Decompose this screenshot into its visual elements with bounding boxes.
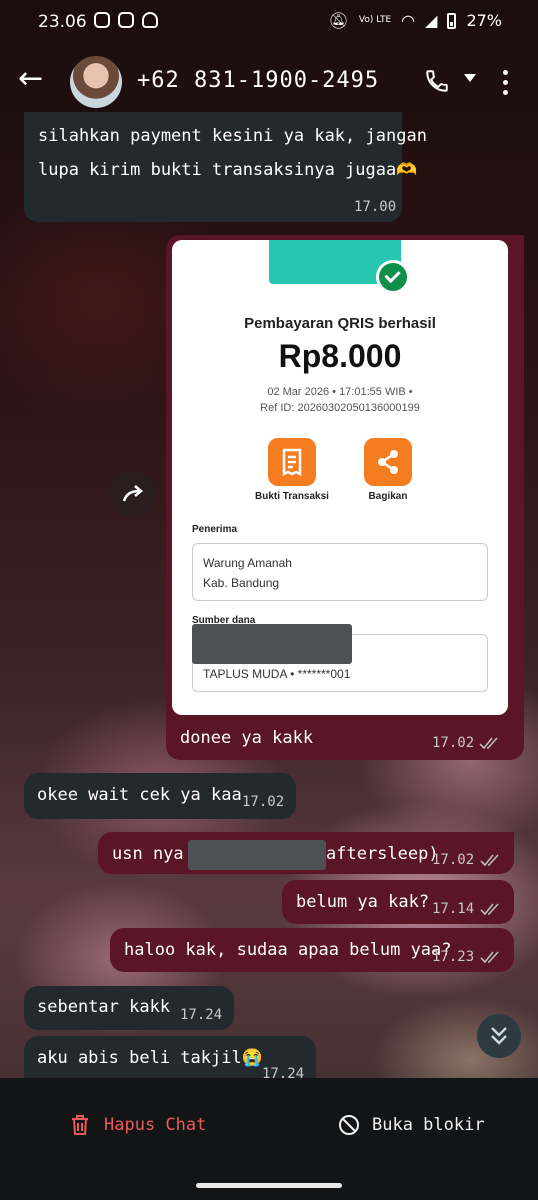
message-text: belum ya kak?	[296, 892, 430, 912]
redaction-block	[188, 840, 326, 870]
message-text: aku abis beli takjil😭	[37, 1048, 263, 1068]
document-icon	[282, 448, 302, 477]
message-time: 17.02	[432, 735, 475, 751]
status-bar: 23.06 🔕︎ Vo) LTE ◠ ◢ 27%	[0, 0, 538, 46]
instagram-icon	[118, 12, 134, 28]
payment-receipt-image[interactable]: Pembayaran QRIS berhasil Rp8.000 02 Mar …	[172, 240, 508, 715]
status-time: 23.06	[38, 12, 87, 32]
message-time: 17.14	[432, 901, 475, 917]
message-text: haloo kak, sudaa apaa belum yaa?	[124, 940, 452, 960]
bagikan-label: Bagikan	[368, 491, 408, 502]
message-time: 17.24	[180, 1007, 223, 1023]
double-chevron-down-icon	[491, 1027, 507, 1045]
receipt-amount: Rp8.000	[278, 338, 402, 374]
signal-icon: ◢	[425, 11, 438, 30]
blocked-contact-bar: Hapus Chat Buka blokir	[0, 1078, 538, 1200]
contact-name[interactable]: +62 831-1900-2495	[137, 68, 379, 93]
forward-button[interactable]	[110, 471, 156, 517]
scroll-to-bottom-button[interactable]	[477, 1014, 521, 1058]
message-time: 17.02	[432, 852, 475, 868]
read-ticks-icon	[480, 854, 499, 867]
delete-chat-button[interactable]: Hapus Chat	[70, 1114, 206, 1136]
forward-icon	[122, 485, 144, 502]
message-text: usn nya	[112, 844, 184, 864]
message-time: 17.00	[354, 199, 397, 215]
message-bubble-outgoing[interactable]: usn nya aftersleep) 17.02	[98, 832, 514, 874]
home-indicator[interactable]	[196, 1183, 342, 1188]
read-ticks-icon	[479, 737, 498, 750]
source-account: TAPLUS MUDA • *******001	[203, 667, 351, 681]
message-bubble-outgoing[interactable]: belum ya kak? 17.14	[282, 880, 514, 924]
bukti-transaksi-button	[268, 438, 316, 486]
trash-icon	[72, 1115, 88, 1135]
message-bubble-incoming[interactable]: silahkan payment kesini ya kak, jangan l…	[24, 112, 427, 222]
receipt-title: Pembayaran QRIS berhasil	[244, 315, 436, 332]
call-options-dropdown[interactable]	[464, 74, 476, 82]
message-text: okee wait cek ya kaa	[37, 785, 242, 805]
back-arrow-icon[interactable]: ←	[18, 64, 43, 94]
unblock-button[interactable]: Buka blokir	[338, 1114, 485, 1136]
mute-icon: 🔕︎	[328, 11, 349, 30]
phone-call-icon[interactable]	[424, 68, 450, 94]
message-time: 17.23	[432, 949, 475, 965]
recipient-box: Warung Amanah Kab. Bandung	[192, 543, 488, 601]
recipient-label: Penerima	[192, 524, 238, 535]
bukti-transaksi-label: Bukti Transaksi	[255, 491, 329, 502]
volte-icon: Vo) LTE	[358, 15, 392, 25]
recipient-city: Kab. Bandung	[203, 576, 280, 590]
read-ticks-icon	[480, 951, 499, 964]
message-bubble-incoming[interactable]: okee wait cek ya kaa 17.02	[24, 773, 296, 819]
redaction-block	[192, 624, 352, 664]
more-options-icon[interactable]	[503, 70, 509, 100]
battery-icon	[447, 12, 457, 29]
instagram-icon	[94, 12, 110, 28]
share-icon	[378, 450, 398, 474]
discord-icon	[142, 12, 158, 28]
delete-chat-label: Hapus Chat	[104, 1115, 207, 1135]
message-bubble-outgoing[interactable]: haloo kak, sudaa apaa belum yaa? 17.23	[110, 928, 514, 972]
message-text: lupa kirim bukti transaksinya jugaa🫶	[38, 160, 418, 180]
message-text: donee ya kakk	[180, 728, 314, 748]
receipt-datetime: 02 Mar 2026 • 17:01:55 WIB •	[267, 386, 413, 398]
wifi-icon: ◠	[401, 11, 416, 30]
message-text: silahkan payment kesini ya kak, jangan	[38, 126, 427, 146]
unblock-label: Buka blokir	[372, 1115, 485, 1135]
message-bubble-incoming[interactable]: sebentar kakk 17.24	[24, 986, 234, 1030]
success-check-icon	[376, 260, 410, 294]
read-ticks-icon	[480, 903, 499, 916]
receipt-ref-id: Ref ID: 20260302050136000199	[260, 402, 420, 414]
message-text: aftersleep)	[326, 844, 439, 864]
avatar[interactable]	[70, 56, 122, 108]
bagikan-button	[364, 438, 412, 486]
message-time: 17.02	[242, 794, 285, 810]
message-text: sebentar kakk	[37, 997, 171, 1017]
recipient-name: Warung Amanah	[203, 556, 292, 570]
chat-header: ← +62 831-1900-2495	[0, 46, 538, 118]
battery-level: 27%	[466, 11, 502, 30]
block-icon	[339, 1115, 359, 1135]
